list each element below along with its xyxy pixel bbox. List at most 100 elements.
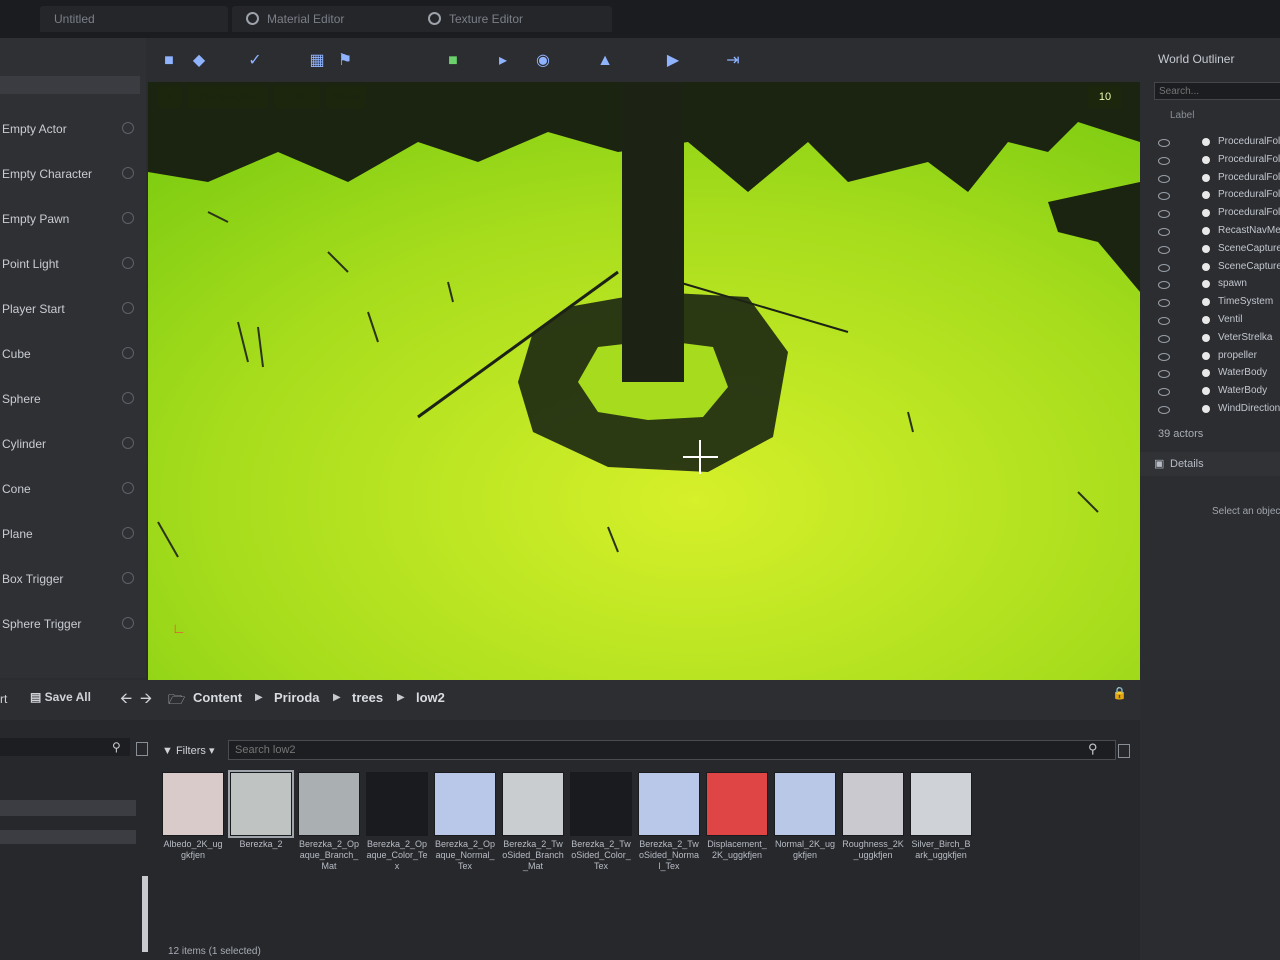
forward-arrow-icon[interactable]: 🡪: [140, 688, 152, 713]
visibility-eye-icon[interactable]: [1158, 210, 1170, 219]
visibility-eye-icon[interactable]: [1158, 317, 1170, 325]
folder-search-input[interactable]: [0, 738, 130, 756]
outliner-row[interactable]: SceneCapture: [1140, 241, 1280, 259]
place-actor-item[interactable]: Empty Actor: [0, 108, 146, 153]
asset-search-input[interactable]: [228, 740, 1116, 760]
visibility-eye-icon[interactable]: [1158, 263, 1170, 272]
show-button[interactable]: Show: [326, 86, 366, 108]
info-icon[interactable]: [122, 347, 134, 359]
outliner-row[interactable]: spawn: [1140, 276, 1280, 294]
outliner-row[interactable]: RecastNavMesh: [1140, 223, 1280, 241]
place-actor-item[interactable]: Cube: [0, 333, 146, 378]
outliner-row[interactable]: Ventil: [1140, 312, 1280, 330]
outliner-row[interactable]: SceneCapture: [1140, 259, 1280, 277]
info-icon[interactable]: [122, 392, 134, 404]
outliner-search-input[interactable]: [1154, 82, 1280, 100]
visibility-eye-icon[interactable]: [1158, 388, 1170, 397]
outliner-row[interactable]: WaterBody: [1140, 365, 1280, 383]
outliner-row[interactable]: WaterBody: [1140, 383, 1280, 401]
asset-tile[interactable]: Normal_2K_uggkfjen: [774, 772, 836, 861]
place-actor-item[interactable]: Sphere: [0, 378, 146, 423]
level-viewport[interactable]: ▾ Perspective Lit Show 10 ∟: [148, 82, 1140, 680]
visibility-eye-icon[interactable]: [1158, 156, 1170, 165]
visibility-eye-icon[interactable]: [1158, 281, 1170, 290]
breadcrumb-trees[interactable]: trees: [352, 690, 383, 705]
blueprints-icon[interactable]: ▸: [490, 48, 516, 74]
asset-tile[interactable]: Berezka_2_Opaque_Normal_Tex: [434, 772, 496, 872]
toggle-sources-icon[interactable]: [136, 742, 148, 756]
folder-tree-scrollbar[interactable]: [142, 876, 148, 952]
asset-tile[interactable]: Berezka_2_TwoSided_Branch_Mat: [502, 772, 564, 872]
visibility-eye-icon[interactable]: [1158, 406, 1170, 414]
asset-tile[interactable]: Silver_Birch_Bark_uggkfjen: [910, 772, 972, 861]
perspective-button[interactable]: Perspective: [188, 86, 268, 108]
info-icon[interactable]: [122, 617, 134, 629]
window-tab[interactable]: Texture Editor: [414, 6, 612, 32]
back-arrow-icon[interactable]: 🡨: [120, 688, 132, 713]
place-actor-item[interactable]: Empty Pawn: [0, 198, 146, 243]
info-icon[interactable]: [122, 122, 134, 134]
play-icon[interactable]: ▶: [660, 48, 686, 74]
visibility-eye-icon[interactable]: [1158, 370, 1170, 379]
place-actor-item[interactable]: Cylinder: [0, 423, 146, 468]
lit-button[interactable]: Lit: [274, 86, 320, 108]
visibility-eye-icon[interactable]: [1158, 352, 1170, 361]
info-icon[interactable]: [122, 482, 134, 494]
outliner-row[interactable]: ProceduralFoliage: [1140, 152, 1280, 170]
place-actor-item[interactable]: Player Start: [0, 288, 146, 333]
source-control-icon[interactable]: ◆: [186, 48, 212, 74]
outliner-row[interactable]: ProceduralFoliage: [1140, 134, 1280, 152]
info-icon[interactable]: [122, 212, 134, 224]
launch-icon[interactable]: ⇥: [720, 48, 746, 74]
marketplace-icon[interactable]: ⚑: [332, 48, 358, 74]
outliner-row[interactable]: propeller: [1140, 348, 1280, 366]
asset-tile[interactable]: Albedo_2K_uggkfjen: [162, 772, 224, 861]
save-icon[interactable]: ■: [156, 48, 182, 74]
window-tab[interactable]: Untitled: [40, 6, 228, 32]
outliner-row[interactable]: ProceduralFoliage: [1140, 187, 1280, 205]
breadcrumb-priroda[interactable]: Priroda: [274, 690, 320, 705]
build-icon[interactable]: ▲: [592, 48, 618, 74]
settings-icon[interactable]: ■: [440, 48, 466, 74]
visibility-eye-icon[interactable]: [1158, 192, 1170, 201]
viewport-options-button[interactable]: ▾: [158, 86, 182, 108]
info-icon[interactable]: [122, 257, 134, 269]
outliner-row[interactable]: VeterStrelka: [1140, 330, 1280, 348]
content-icon[interactable]: ▦: [304, 48, 330, 74]
asset-tile[interactable]: Berezka_2: [228, 770, 294, 850]
info-icon[interactable]: [122, 572, 134, 584]
asset-tile[interactable]: Berezka_2_Opaque_Color_Tex: [366, 772, 428, 872]
cinematics-icon[interactable]: ◉: [530, 48, 556, 74]
folder-tree-row[interactable]: [0, 830, 136, 844]
place-actor-item[interactable]: Empty Character: [0, 153, 146, 198]
asset-tile[interactable]: Displacement_2K_uggkfjen: [706, 772, 768, 861]
visibility-eye-icon[interactable]: [1158, 334, 1170, 343]
info-icon[interactable]: [122, 302, 134, 314]
asset-tile[interactable]: Berezka_2_TwoSided_Color_Tex: [570, 772, 632, 872]
visibility-eye-icon[interactable]: [1158, 174, 1170, 183]
info-icon[interactable]: [122, 527, 134, 539]
folder-tree-row[interactable]: [0, 800, 136, 816]
place-actor-item[interactable]: Point Light: [0, 243, 146, 288]
place-actor-item[interactable]: Box Trigger: [0, 558, 146, 603]
lock-icon[interactable]: 🔒: [1112, 686, 1127, 700]
place-actor-item[interactable]: Plane: [0, 513, 146, 558]
breadcrumb-content[interactable]: Content: [193, 690, 242, 705]
asset-tile[interactable]: Roughness_2K_uggkfjen: [842, 772, 904, 861]
toggle-view-icon[interactable]: [1118, 744, 1130, 758]
visibility-eye-icon[interactable]: [1158, 139, 1170, 147]
outliner-row[interactable]: TimeSystem: [1140, 294, 1280, 312]
place-actor-item[interactable]: Sphere Trigger: [0, 603, 146, 648]
window-tab[interactable]: Material Editor: [232, 6, 420, 32]
outliner-row[interactable]: ProceduralFoliage: [1140, 170, 1280, 188]
asset-tile[interactable]: Berezka_2_TwoSided_Normal_Tex: [638, 772, 700, 872]
import-button[interactable]: rt: [0, 692, 7, 706]
asset-tile[interactable]: Berezka_2_Opaque_Branch_Mat: [298, 772, 360, 872]
visibility-eye-icon[interactable]: [1158, 228, 1170, 236]
outliner-row[interactable]: WindDirectional: [1140, 401, 1280, 419]
modes-icon[interactable]: ✓: [242, 48, 268, 74]
breadcrumb-low2[interactable]: low2: [416, 690, 445, 705]
visibility-eye-icon[interactable]: [1158, 245, 1170, 254]
place-actor-item[interactable]: Cone: [0, 468, 146, 513]
panel-search-strip[interactable]: [0, 76, 140, 94]
